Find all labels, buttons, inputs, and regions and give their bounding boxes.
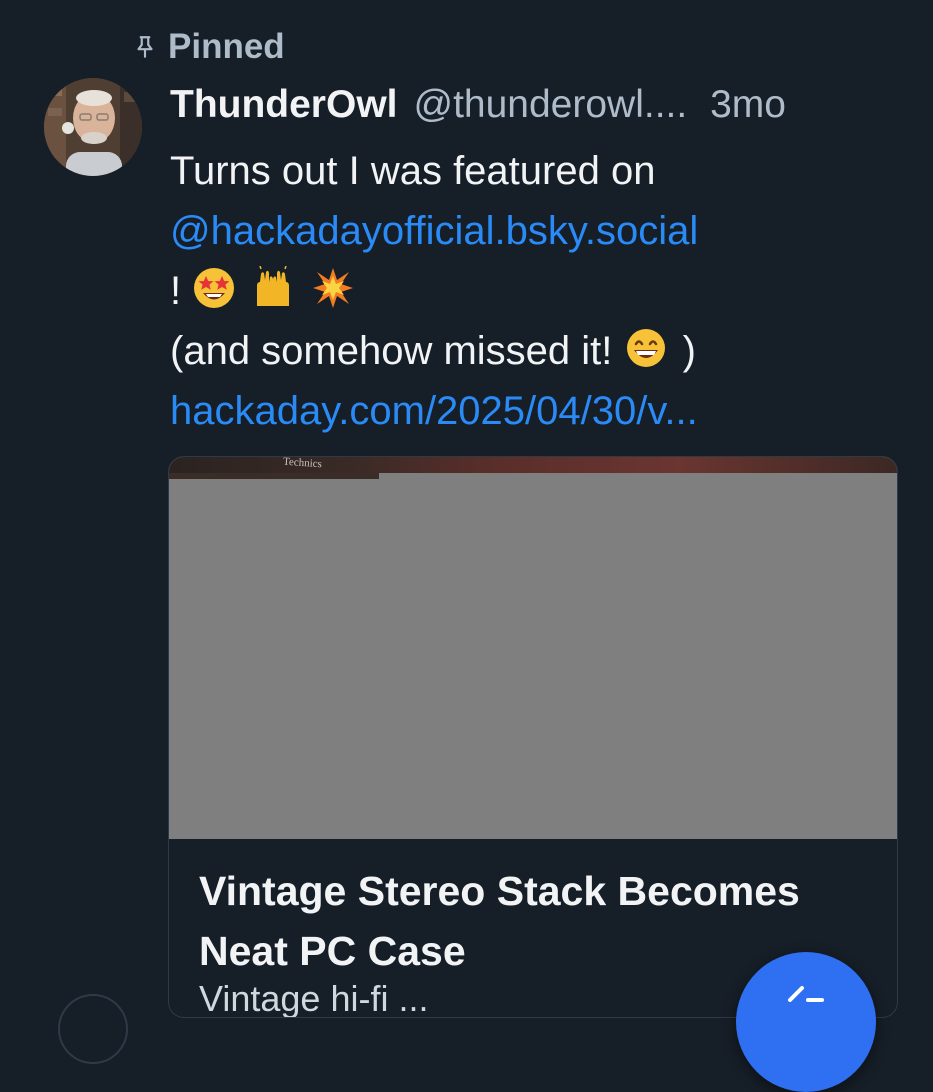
card-image-strip <box>169 457 897 473</box>
pinned-label: Pinned <box>168 27 285 66</box>
avatar-photo-icon <box>44 78 142 176</box>
collision-emoji-icon <box>312 268 353 308</box>
header-spacer <box>687 80 698 130</box>
emoji-line: ! <box>170 261 910 321</box>
raising-hands-emoji-icon <box>257 266 290 306</box>
external-link[interactable]: hackaday.com/2025/04/30/v... <box>170 389 698 433</box>
author-avatar[interactable] <box>44 78 142 176</box>
card-image: Technics <box>169 457 897 839</box>
post-timestamp[interactable]: 3mo <box>710 80 786 130</box>
pin-icon <box>137 36 153 58</box>
author-handle[interactable]: @thunderowl.... <box>414 80 688 130</box>
pinned-indicator: Pinned <box>132 27 285 66</box>
next-post-avatar[interactable] <box>58 994 128 1064</box>
link-preview-card[interactable]: Technics Vintage Stereo Stack Becomes Ne… <box>168 456 898 1018</box>
star-struck-emoji-icon <box>194 268 235 308</box>
exclamation-text: ! <box>170 269 182 313</box>
post-text-line: (and somehow missed it! ) <box>170 321 910 381</box>
author-display-name[interactable]: ThunderOwl <box>170 80 398 130</box>
compose-button[interactable] <box>736 952 876 1092</box>
mention-link[interactable]: @hackadayofficial.bsky.social <box>170 209 698 253</box>
grinning-face-emoji-icon <box>626 329 665 367</box>
compose-icon <box>788 986 824 1002</box>
post-text-line: Turns out I was featured on <box>170 149 656 193</box>
post-header: ThunderOwl @thunderowl.... 3mo <box>170 80 910 130</box>
post-text-fragment: (and somehow missed it! <box>170 329 613 373</box>
card-image-edge <box>169 473 379 479</box>
post-text-fragment: ) <box>682 329 696 373</box>
post-text: Turns out I was featured on @hackadayoff… <box>170 141 910 441</box>
